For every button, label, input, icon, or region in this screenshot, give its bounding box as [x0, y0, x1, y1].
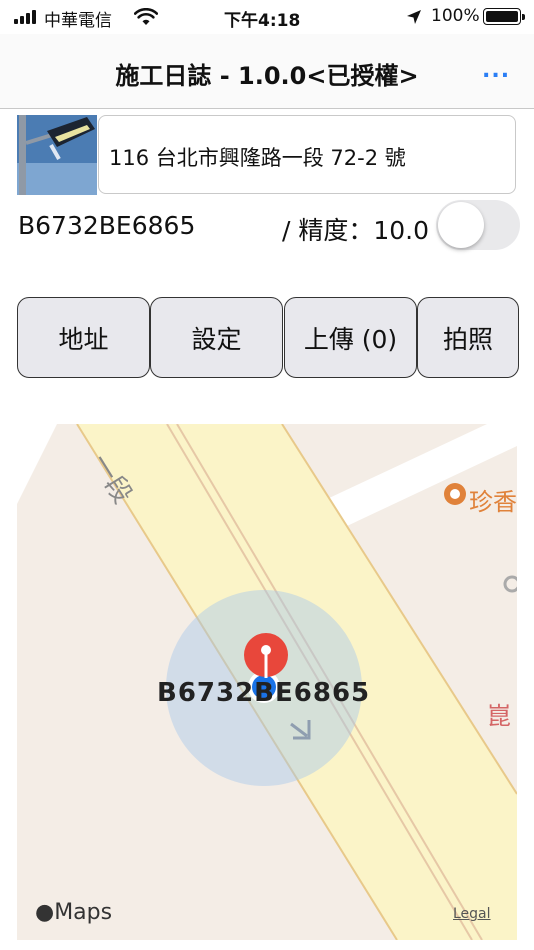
battery-percent: 100%: [431, 6, 480, 26]
address-field[interactable]: 116 台北市興隆路一段 72-2 號: [98, 115, 516, 194]
precision-label: / 精度：10.0: [282, 216, 430, 245]
apple-icon: ●: [35, 900, 55, 925]
toggle-knob: [438, 202, 484, 248]
page-title: 施工日誌 - 1.0.0<已授權>: [115, 62, 419, 90]
maps-provider-text: Maps: [54, 900, 113, 925]
pin-label: B6732BE6865: [157, 678, 371, 708]
precision-toggle[interactable]: [436, 200, 520, 250]
device-code: B6732BE6865: [18, 211, 196, 240]
street-light-thumbnail[interactable]: [17, 115, 97, 195]
carrier-name: 中華電信: [44, 11, 112, 31]
status-bar: 中華電信 下午4:18 100%: [0, 0, 534, 34]
settings-button[interactable]: 設定: [150, 297, 283, 378]
address-text: 116 台北市興隆路一段 72-2 號: [109, 146, 406, 170]
upload-button[interactable]: 上傳 (0): [284, 297, 417, 378]
navigation-bar: 施工日誌 - 1.0.0<已授權> ...: [0, 34, 534, 109]
legal-link[interactable]: Legal: [453, 906, 491, 922]
clock: 下午4:18: [224, 11, 301, 31]
battery-icon: [483, 8, 525, 25]
cellular-signal-icon: [14, 10, 40, 24]
more-options-button[interactable]: ...: [482, 58, 510, 83]
poi-label-secondary[interactable]: 崑: [487, 696, 511, 731]
address-button[interactable]: 地址: [17, 297, 150, 378]
maps-logo: ●Maps: [35, 900, 112, 925]
map-view[interactable]: 一段 珍香 崑 B6732BE6865 ●Maps Legal: [17, 424, 517, 940]
poi-label[interactable]: 珍香: [469, 482, 517, 517]
location-arrow-icon: [407, 10, 421, 24]
wifi-icon: [134, 8, 158, 25]
photo-button[interactable]: 拍照: [417, 297, 519, 378]
